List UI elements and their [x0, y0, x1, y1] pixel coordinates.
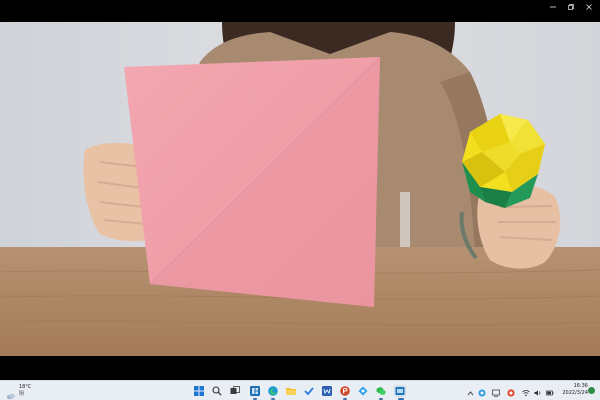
video-frame[interactable]: [0, 22, 600, 356]
wechat-running-indicator: [379, 398, 383, 400]
notification-icon[interactable]: [588, 387, 595, 394]
chevron-up-icon: [467, 382, 474, 400]
close-button[interactable]: [580, 0, 598, 14]
weather-temperature: 18°C: [19, 384, 32, 390]
edge-icon: [268, 386, 278, 396]
restore-icon: [568, 4, 574, 10]
battery-icon: [546, 382, 554, 400]
search-icon: [212, 386, 222, 396]
app-tray-icon: [478, 382, 486, 400]
taskbar: 18°C 阴 16:36 2022/3/24: [0, 380, 600, 400]
clock-date: 2022/3/24: [562, 390, 588, 396]
clock-time: 16:36: [573, 383, 588, 389]
start-icon: [194, 386, 204, 396]
widgets-icon: [250, 386, 260, 396]
file-explorer-button[interactable]: [285, 385, 297, 397]
task-view-icon: [230, 386, 240, 396]
search-button[interactable]: [211, 385, 223, 397]
powerpoint-button[interactable]: [339, 385, 351, 397]
tray-wifi[interactable]: [522, 387, 530, 396]
app-icon: [358, 386, 368, 396]
chair: [400, 192, 410, 252]
active-app-indicator: [398, 398, 404, 400]
weather-condition: 阴: [19, 391, 25, 397]
video-scene: [0, 22, 600, 356]
wifi-icon: [522, 382, 530, 400]
restore-button[interactable]: [562, 0, 580, 14]
minimize-button[interactable]: [544, 0, 562, 14]
network-icon: [492, 382, 500, 400]
file-explorer-icon: [286, 386, 296, 396]
wechat-button[interactable]: [375, 385, 387, 397]
tray-overflow-button[interactable]: [466, 387, 474, 395]
word-button[interactable]: [321, 385, 333, 397]
widgets-button[interactable]: [249, 385, 261, 397]
task-view-button[interactable]: [229, 385, 241, 397]
powerpoint-running-indicator: [343, 398, 347, 400]
screen: 18°C 阴 16:36 2022/3/24: [0, 0, 600, 400]
app-button[interactable]: [357, 385, 369, 397]
weather-widget[interactable]: 18°C 阴: [6, 383, 46, 400]
start-button[interactable]: [193, 385, 205, 397]
tray-app-2[interactable]: [507, 387, 515, 397]
tray-volume[interactable]: [534, 387, 542, 396]
cloud-icon: [6, 386, 16, 400]
tray-network[interactable]: [492, 387, 500, 397]
app-tray-icon-2: [507, 382, 515, 400]
todo-icon: [304, 386, 314, 396]
tray-app-1[interactable]: [478, 387, 486, 396]
edge-running-indicator: [271, 398, 275, 400]
widgets-running-indicator: [253, 398, 257, 400]
todo-button[interactable]: [303, 385, 315, 397]
active-app-button[interactable]: [394, 385, 406, 397]
volume-icon: [534, 382, 542, 400]
wechat-icon: [376, 386, 386, 396]
word-icon: [322, 386, 332, 396]
system-clock[interactable]: 16:36 2022/3/24: [558, 383, 588, 397]
edge-button[interactable]: [267, 385, 279, 397]
title-bar: [0, 0, 600, 14]
close-icon: [586, 4, 592, 10]
minimize-icon: [550, 4, 556, 10]
tray-battery[interactable]: [546, 387, 554, 395]
powerpoint-icon: [340, 386, 350, 396]
active-app-icon: [395, 386, 405, 396]
